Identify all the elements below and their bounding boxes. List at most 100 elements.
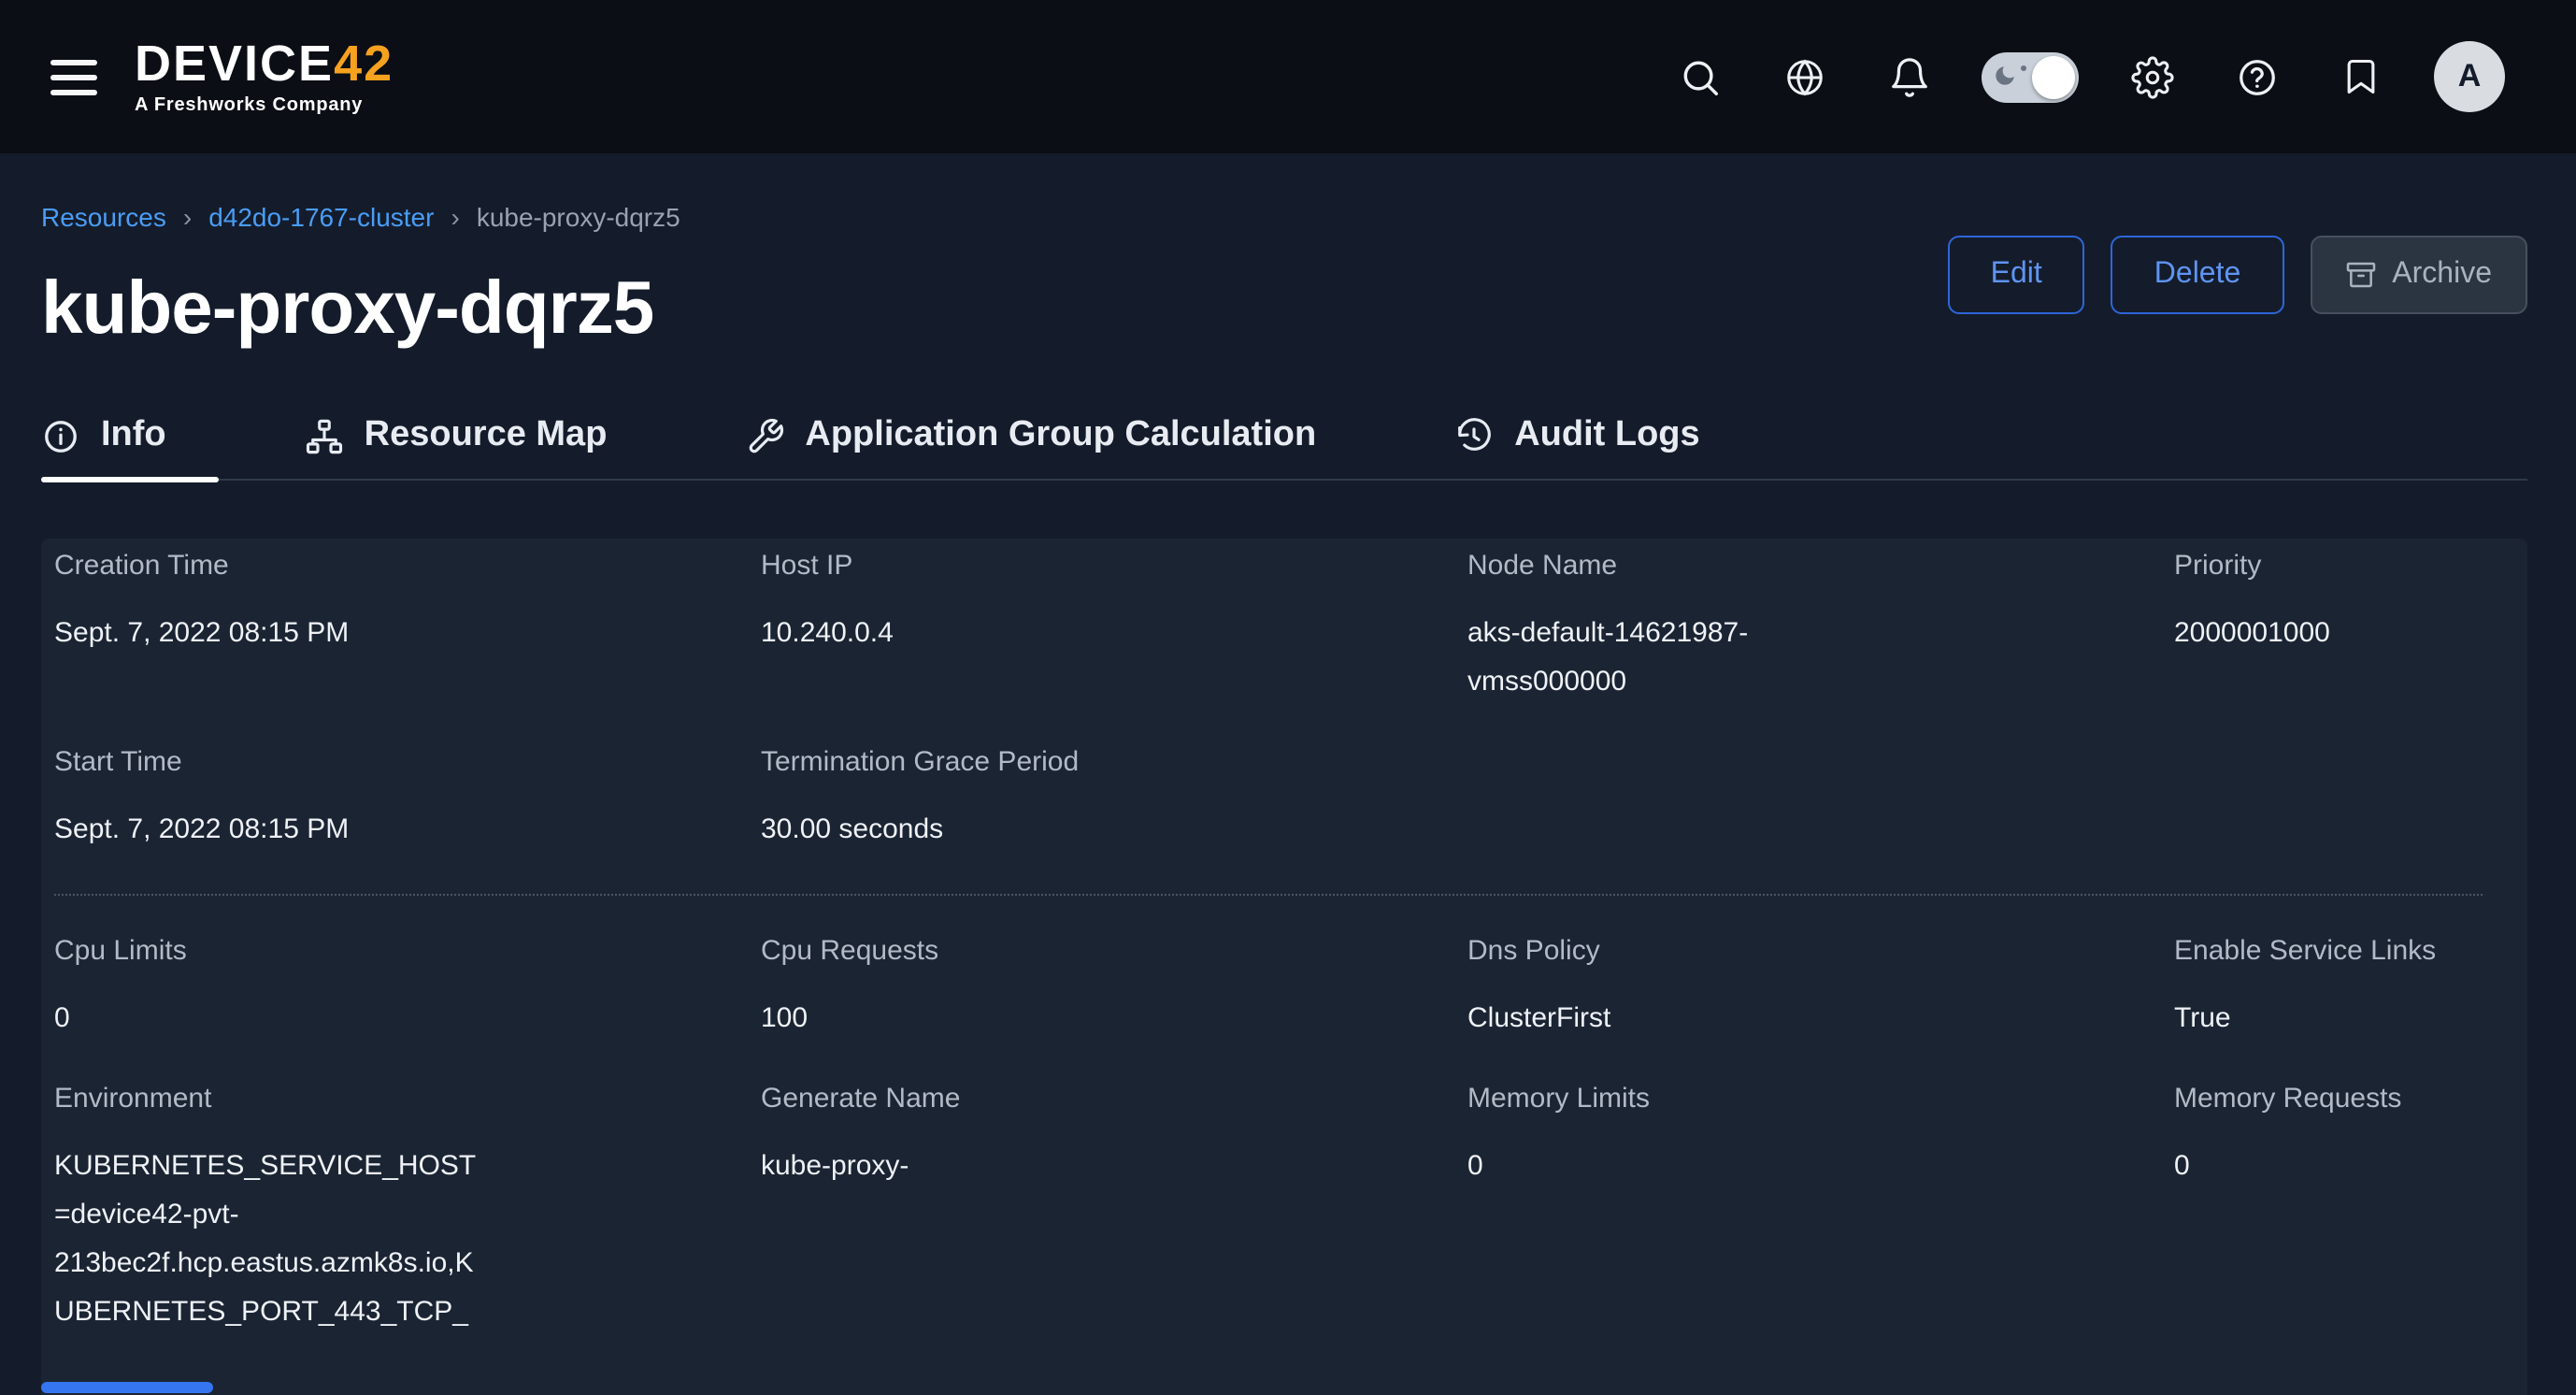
tab-resource-map-label: Resource Map bbox=[365, 415, 608, 456]
globe-icon bbox=[1782, 55, 1825, 98]
field-value: aks-default-14621987-vmss000000 bbox=[1467, 610, 1897, 707]
top-bar-left: DEVICE42 A Freshworks Company bbox=[47, 38, 394, 115]
help-button[interactable] bbox=[2225, 45, 2288, 108]
field-label: Start Time bbox=[54, 746, 761, 780]
device42-logo[interactable]: DEVICE42 A Freshworks Company bbox=[135, 38, 394, 115]
tab-application-group-calculation[interactable]: Application Group Calculation bbox=[745, 415, 1368, 479]
field-generate-name: Generate Name kube-proxy- bbox=[761, 1083, 1467, 1337]
field-value: 2000001000 bbox=[2174, 610, 2483, 658]
field-label: Generate Name bbox=[761, 1083, 1467, 1116]
hamburger-icon bbox=[50, 59, 97, 65]
field-value: KUBERNETES_SERVICE_HOST=device42-pvt-213… bbox=[54, 1143, 484, 1337]
field-node-name: Node Name aks-default-14621987-vmss00000… bbox=[1467, 550, 2174, 707]
field-cpu-requests: Cpu Requests 100 bbox=[761, 935, 1467, 1043]
field-dns-policy: Dns Policy ClusterFirst bbox=[1467, 935, 2174, 1043]
breadcrumb: Resources › d42do-1767-cluster › kube-pr… bbox=[41, 200, 2527, 234]
section-divider bbox=[54, 894, 2483, 896]
field-memory-limits: Memory Limits 0 bbox=[1467, 1083, 2174, 1337]
field-label: Priority bbox=[2174, 550, 2483, 583]
theme-toggle[interactable] bbox=[1982, 51, 2079, 102]
question-icon bbox=[2235, 55, 2278, 98]
field-value: 0 bbox=[2174, 1143, 2483, 1191]
field-label: Cpu Limits bbox=[54, 935, 761, 969]
field-creation-time: Creation Time Sept. 7, 2022 08:15 PM bbox=[54, 550, 761, 707]
search-button[interactable] bbox=[1667, 45, 1731, 108]
tab-resource-map[interactable]: Resource Map bbox=[305, 415, 660, 479]
field-cpu-limits: Cpu Limits 0 bbox=[54, 935, 761, 1043]
tab-info[interactable]: Info bbox=[41, 415, 219, 479]
page-content: Resources › d42do-1767-cluster › kube-pr… bbox=[0, 153, 2576, 1395]
field-termination-grace-period: Termination Grace Period 30.00 seconds bbox=[761, 746, 1467, 855]
field-value: Sept. 7, 2022 08:15 PM bbox=[54, 806, 484, 855]
field-value: 0 bbox=[1467, 1143, 1897, 1191]
field-label: Host IP bbox=[761, 550, 1467, 583]
field-value: True bbox=[2174, 995, 2483, 1043]
settings-button[interactable] bbox=[2120, 45, 2183, 108]
avatar[interactable]: A bbox=[2434, 41, 2505, 112]
field-priority: Priority 2000001000 bbox=[2174, 550, 2483, 707]
field-value: ClusterFirst bbox=[1467, 995, 1897, 1043]
fields-grid: Creation Time Sept. 7, 2022 08:15 PM Hos… bbox=[54, 550, 2483, 1337]
field-value: kube-proxy- bbox=[761, 1143, 1191, 1191]
field-value: Sept. 7, 2022 08:15 PM bbox=[54, 610, 484, 658]
breadcrumb-current: kube-proxy-dqrz5 bbox=[477, 200, 680, 234]
gear-icon bbox=[2130, 55, 2173, 98]
history-icon bbox=[1454, 416, 1494, 455]
field-enable-service-links: Enable Service Links True bbox=[2174, 935, 2483, 1043]
breadcrumb-separator: › bbox=[451, 200, 459, 234]
field-label: Enable Service Links bbox=[2174, 935, 2483, 969]
field-host-ip: Host IP 10.240.0.4 bbox=[761, 550, 1467, 707]
edit-button[interactable]: Edit bbox=[1948, 236, 2085, 314]
moon-icon bbox=[1993, 63, 2017, 87]
tab-info-label: Info bbox=[101, 415, 166, 456]
brand-accent: 42 bbox=[334, 35, 394, 91]
brand-primary: DEVICE bbox=[135, 35, 334, 91]
field-label: Dns Policy bbox=[1467, 935, 2174, 969]
menu-button[interactable] bbox=[47, 51, 101, 102]
delete-button[interactable]: Delete bbox=[2111, 236, 2284, 314]
tab-bar: Info Resource Map Application Group Calc… bbox=[41, 415, 2527, 481]
bookmark-button[interactable] bbox=[2329, 45, 2393, 108]
field-label: Creation Time bbox=[54, 550, 761, 583]
bell-icon bbox=[1887, 55, 1930, 98]
field-label: Memory Requests bbox=[2174, 1083, 2483, 1116]
search-icon bbox=[1678, 55, 1721, 98]
breadcrumb-separator: › bbox=[183, 200, 192, 234]
field-label: Cpu Requests bbox=[761, 935, 1467, 969]
field-value: 30.00 seconds bbox=[761, 806, 1191, 855]
page-actions: Edit Delete Archive bbox=[1948, 236, 2527, 314]
bookmark-icon bbox=[2340, 56, 2382, 97]
brand-name: DEVICE42 bbox=[135, 38, 394, 89]
toggle-knob bbox=[2032, 55, 2075, 98]
info-icon bbox=[41, 416, 80, 455]
field-label: Termination Grace Period bbox=[761, 746, 1467, 780]
top-bar: DEVICE42 A Freshworks Company bbox=[0, 0, 2576, 153]
tab-audit-logs[interactable]: Audit Logs bbox=[1454, 415, 1752, 479]
star-icon bbox=[2021, 65, 2026, 70]
avatar-initial: A bbox=[2458, 58, 2482, 95]
brand-tagline: A Freshworks Company bbox=[135, 96, 394, 115]
notifications-button[interactable] bbox=[1877, 45, 1940, 108]
archive-button-label: Archive bbox=[2392, 258, 2492, 292]
field-memory-requests: Memory Requests 0 bbox=[2174, 1083, 2483, 1337]
field-value: 0 bbox=[54, 995, 484, 1043]
page-head: Resources › d42do-1767-cluster › kube-pr… bbox=[41, 200, 2527, 353]
archive-icon bbox=[2345, 260, 2375, 290]
language-button[interactable] bbox=[1772, 45, 1836, 108]
field-start-time: Start Time Sept. 7, 2022 08:15 PM bbox=[54, 746, 761, 855]
field-environment: Environment KUBERNETES_SERVICE_HOST=devi… bbox=[54, 1083, 761, 1337]
breadcrumb-link-resources[interactable]: Resources bbox=[41, 200, 166, 234]
field-label: Node Name bbox=[1467, 550, 2174, 583]
top-bar-actions: A bbox=[1667, 41, 2505, 112]
info-panel: Creation Time Sept. 7, 2022 08:15 PM Hos… bbox=[41, 539, 2527, 1395]
breadcrumb-link-cluster[interactable]: d42do-1767-cluster bbox=[208, 200, 434, 234]
tab-audit-logs-label: Audit Logs bbox=[1514, 415, 1699, 456]
archive-button[interactable]: Archive bbox=[2310, 236, 2527, 314]
field-label: Memory Limits bbox=[1467, 1083, 2174, 1116]
tools-icon bbox=[745, 416, 784, 455]
field-value: 100 bbox=[761, 995, 1191, 1043]
horizontal-scrollbar-thumb[interactable] bbox=[41, 1382, 213, 1393]
tab-application-group-calculation-label: Application Group Calculation bbox=[805, 415, 1316, 456]
field-label: Environment bbox=[54, 1083, 761, 1116]
sitemap-icon bbox=[305, 416, 344, 455]
